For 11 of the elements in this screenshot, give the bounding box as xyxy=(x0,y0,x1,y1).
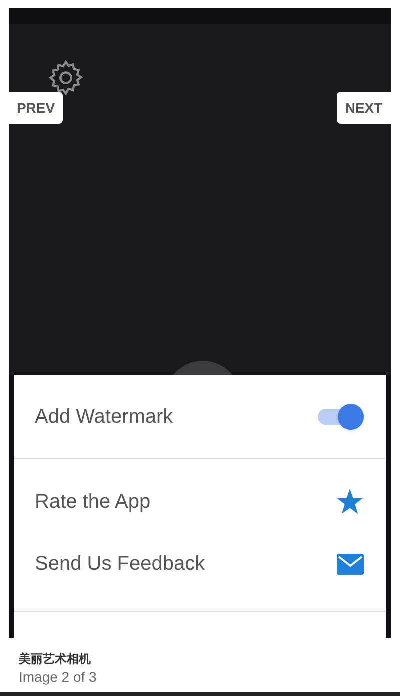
star-icon xyxy=(336,488,364,516)
prev-button[interactable]: PREV xyxy=(9,92,63,124)
setting-label[interactable]: Rate the App xyxy=(35,487,151,517)
mail-icon xyxy=(337,554,364,574)
next-button[interactable]: NEXT xyxy=(337,92,391,124)
image-counter: Image 2 of 3 xyxy=(19,668,98,686)
toggle-switch[interactable] xyxy=(318,404,364,430)
image-title: 美丽艺术相机 xyxy=(19,651,92,668)
setting-label[interactable]: Add Watermark xyxy=(35,402,174,432)
setting-label[interactable]: Send Us Feedback xyxy=(35,549,206,579)
settings-icon[interactable] xyxy=(46,58,86,98)
